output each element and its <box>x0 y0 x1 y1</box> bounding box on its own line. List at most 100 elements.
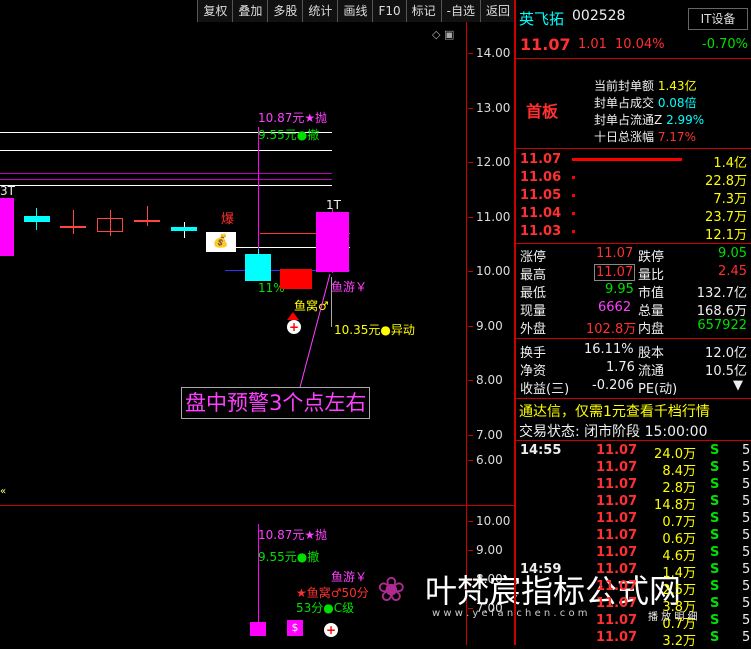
candle[interactable] <box>134 220 160 222</box>
y-tick: 10.00 <box>467 264 511 278</box>
tick-row: 11.07 3.8万 S 5 <box>596 596 751 615</box>
toolbar-draw-line[interactable]: 画线 <box>337 0 373 22</box>
sub-bar <box>250 622 266 636</box>
callout-box: 盘中预警3个点左右 <box>181 387 371 419</box>
tick-row: 11.07 3.2万 S 5 <box>596 630 751 649</box>
tick-row: 11.07 0.7万 S 5 <box>596 613 751 632</box>
label-che: 9.55元●撤 <box>258 128 320 142</box>
separator <box>516 243 751 244</box>
candle[interactable] <box>316 212 349 272</box>
pane-divider <box>0 505 514 506</box>
stat-row: 最高 11.07 量比 2.45 <box>520 264 747 283</box>
ad-banner[interactable]: 通达信，仅需1元查看千档行情 <box>516 401 751 420</box>
bid-row: 11.05 7.3万 <box>520 188 747 207</box>
chart-settings-icon[interactable]: ◇ ▣ <box>432 28 454 41</box>
candle[interactable] <box>24 216 50 222</box>
label-pao: 10.87元★抛 <box>258 111 328 125</box>
candle[interactable] <box>171 227 197 231</box>
tick-footer[interactable]: 播 放 明 细 <box>648 608 698 623</box>
toolbar-overlay[interactable]: 叠加 <box>232 0 268 22</box>
tick-row: 11.07 4.6万 S 5 <box>596 545 751 564</box>
tick-row: 11.07 0.7万 S 5 <box>596 511 751 530</box>
tick-row: 11.07 14.8万 S 5 <box>596 494 751 513</box>
stock-name: 英飞拓 <box>519 10 565 28</box>
y-tick: 8.00 <box>468 373 503 387</box>
candle[interactable] <box>60 226 86 228</box>
toolbar-statistics[interactable]: 统计 <box>302 0 338 22</box>
candle[interactable] <box>245 254 271 281</box>
price-change: 1.01 <box>578 37 607 52</box>
quote-panel: 英飞拓 002528 IT设备 11.07 1.01 10.04% -0.70%… <box>516 0 751 649</box>
y-tick: 13.00 <box>467 101 511 115</box>
stat-row: 换手 16.11% 股本 12.0亿 <box>520 342 747 361</box>
trade-status: 交易状态: 闭市阶段 15:00:00 <box>519 424 708 440</box>
stock-code: 002528 <box>572 8 626 24</box>
toolbar-back[interactable]: 返回 <box>479 0 515 22</box>
toolbar-multi-stock[interactable]: 多股 <box>267 0 303 22</box>
label-bao: 爆 <box>221 212 235 227</box>
level-line <box>0 185 332 186</box>
left-scroll-icon[interactable]: « <box>0 486 6 497</box>
stat-row: 涨停 11.07 跌停 9.05 <box>520 246 747 265</box>
separator <box>516 148 751 149</box>
y-tick: 14.00 <box>467 46 511 60</box>
separator <box>516 338 751 339</box>
tick-row: 11.07 2.8万 S 5 <box>596 477 751 496</box>
sector-badge[interactable]: IT设备 <box>688 8 748 30</box>
y-tick-sub: 9.00 <box>468 543 503 557</box>
bid-row: 11.07 1.4亿 <box>520 152 747 171</box>
separator <box>516 58 751 59</box>
y-tick: 9.00 <box>468 319 503 333</box>
sub-label-pao: 10.87元★抛 <box>258 528 328 542</box>
separator <box>516 440 751 441</box>
candle-wick <box>73 210 74 234</box>
bid-row: 11.04 23.7万 <box>520 206 747 225</box>
label-3t: 3T <box>0 184 15 198</box>
watermark-logo-icon: ❀ <box>377 570 406 610</box>
candle[interactable] <box>97 218 123 232</box>
seal-info: 当前封单额 1.43亿 封单占成交 0.08倍 封单占流通Z 2.99% 十日总… <box>594 79 705 144</box>
level-line <box>0 173 332 174</box>
stat-row: 净资 1.76 流通 10.5亿 <box>520 360 747 379</box>
toolbar-fuquan[interactable]: 复权 <box>197 0 233 22</box>
y-axis-line <box>466 22 467 645</box>
stat-row: 收益(三) -0.206 PE(动) ▼ <box>520 378 743 397</box>
candle[interactable] <box>0 198 14 256</box>
y-tick: 12.00 <box>467 155 511 169</box>
y-tick: 6.00 <box>468 453 503 467</box>
level-line <box>0 150 332 151</box>
sub-label-53: 53分●C级 <box>296 601 355 615</box>
callout-text: 盘中预警3个点左右 <box>185 391 367 415</box>
bid-row: 11.03 12.1万 <box>520 224 747 243</box>
kline-chart[interactable]: ◇ ▣ 14.00 13.00 12.00 11.00 10.00 9.00 8… <box>0 22 681 645</box>
stat-row: 最低 9.95 市值 132.7亿 <box>520 282 747 301</box>
toolbar-f10[interactable]: F10 <box>372 0 406 22</box>
toolbar-watchlist[interactable]: -自选 <box>440 0 480 22</box>
last-price: 11.07 <box>520 35 571 54</box>
level-line <box>0 179 332 180</box>
board-label: 首板 <box>526 102 559 121</box>
bid-row: 11.06 22.8万 <box>520 170 747 189</box>
tick-row: 14:59 11.07 1.4万 S 5 <box>520 562 751 581</box>
label-1t: 1T <box>326 198 341 212</box>
sub-label-yuyou: 鱼游￥ <box>331 570 368 584</box>
toolbar-mark[interactable]: 标记 <box>405 0 441 22</box>
tick-row: 11.07 0.6万 S 5 <box>596 528 751 547</box>
y-tick: 11.00 <box>467 210 511 224</box>
money-bag-icon: 💰 <box>206 232 236 252</box>
y-tick-sub: 10.00 <box>467 514 511 528</box>
sector-change: -0.70% <box>702 37 748 52</box>
y-tick: 7.00 <box>468 428 503 442</box>
tick-row: 11.07 2.5万 S 5 <box>596 579 751 598</box>
separator <box>516 398 751 399</box>
candle-wick <box>147 206 148 226</box>
chart-toolbar: 复权 叠加 多股 统计 画线 F10 标记 -自选 返回 <box>197 0 515 22</box>
marker-line <box>258 127 259 249</box>
tick-row: 14:55 11.07 24.0万 S 5 <box>520 443 751 462</box>
sub-label-che: 9.55元●撤 <box>258 550 320 564</box>
stat-row: 外盘 102.8万 内盘 657922 <box>520 318 747 337</box>
plus-circle-icon[interactable]: + <box>324 623 338 637</box>
price-change-pct: 10.04% <box>615 37 665 52</box>
money-bag-icon: $ <box>287 620 303 636</box>
tick-row: 11.07 8.4万 S 5 <box>596 460 751 479</box>
